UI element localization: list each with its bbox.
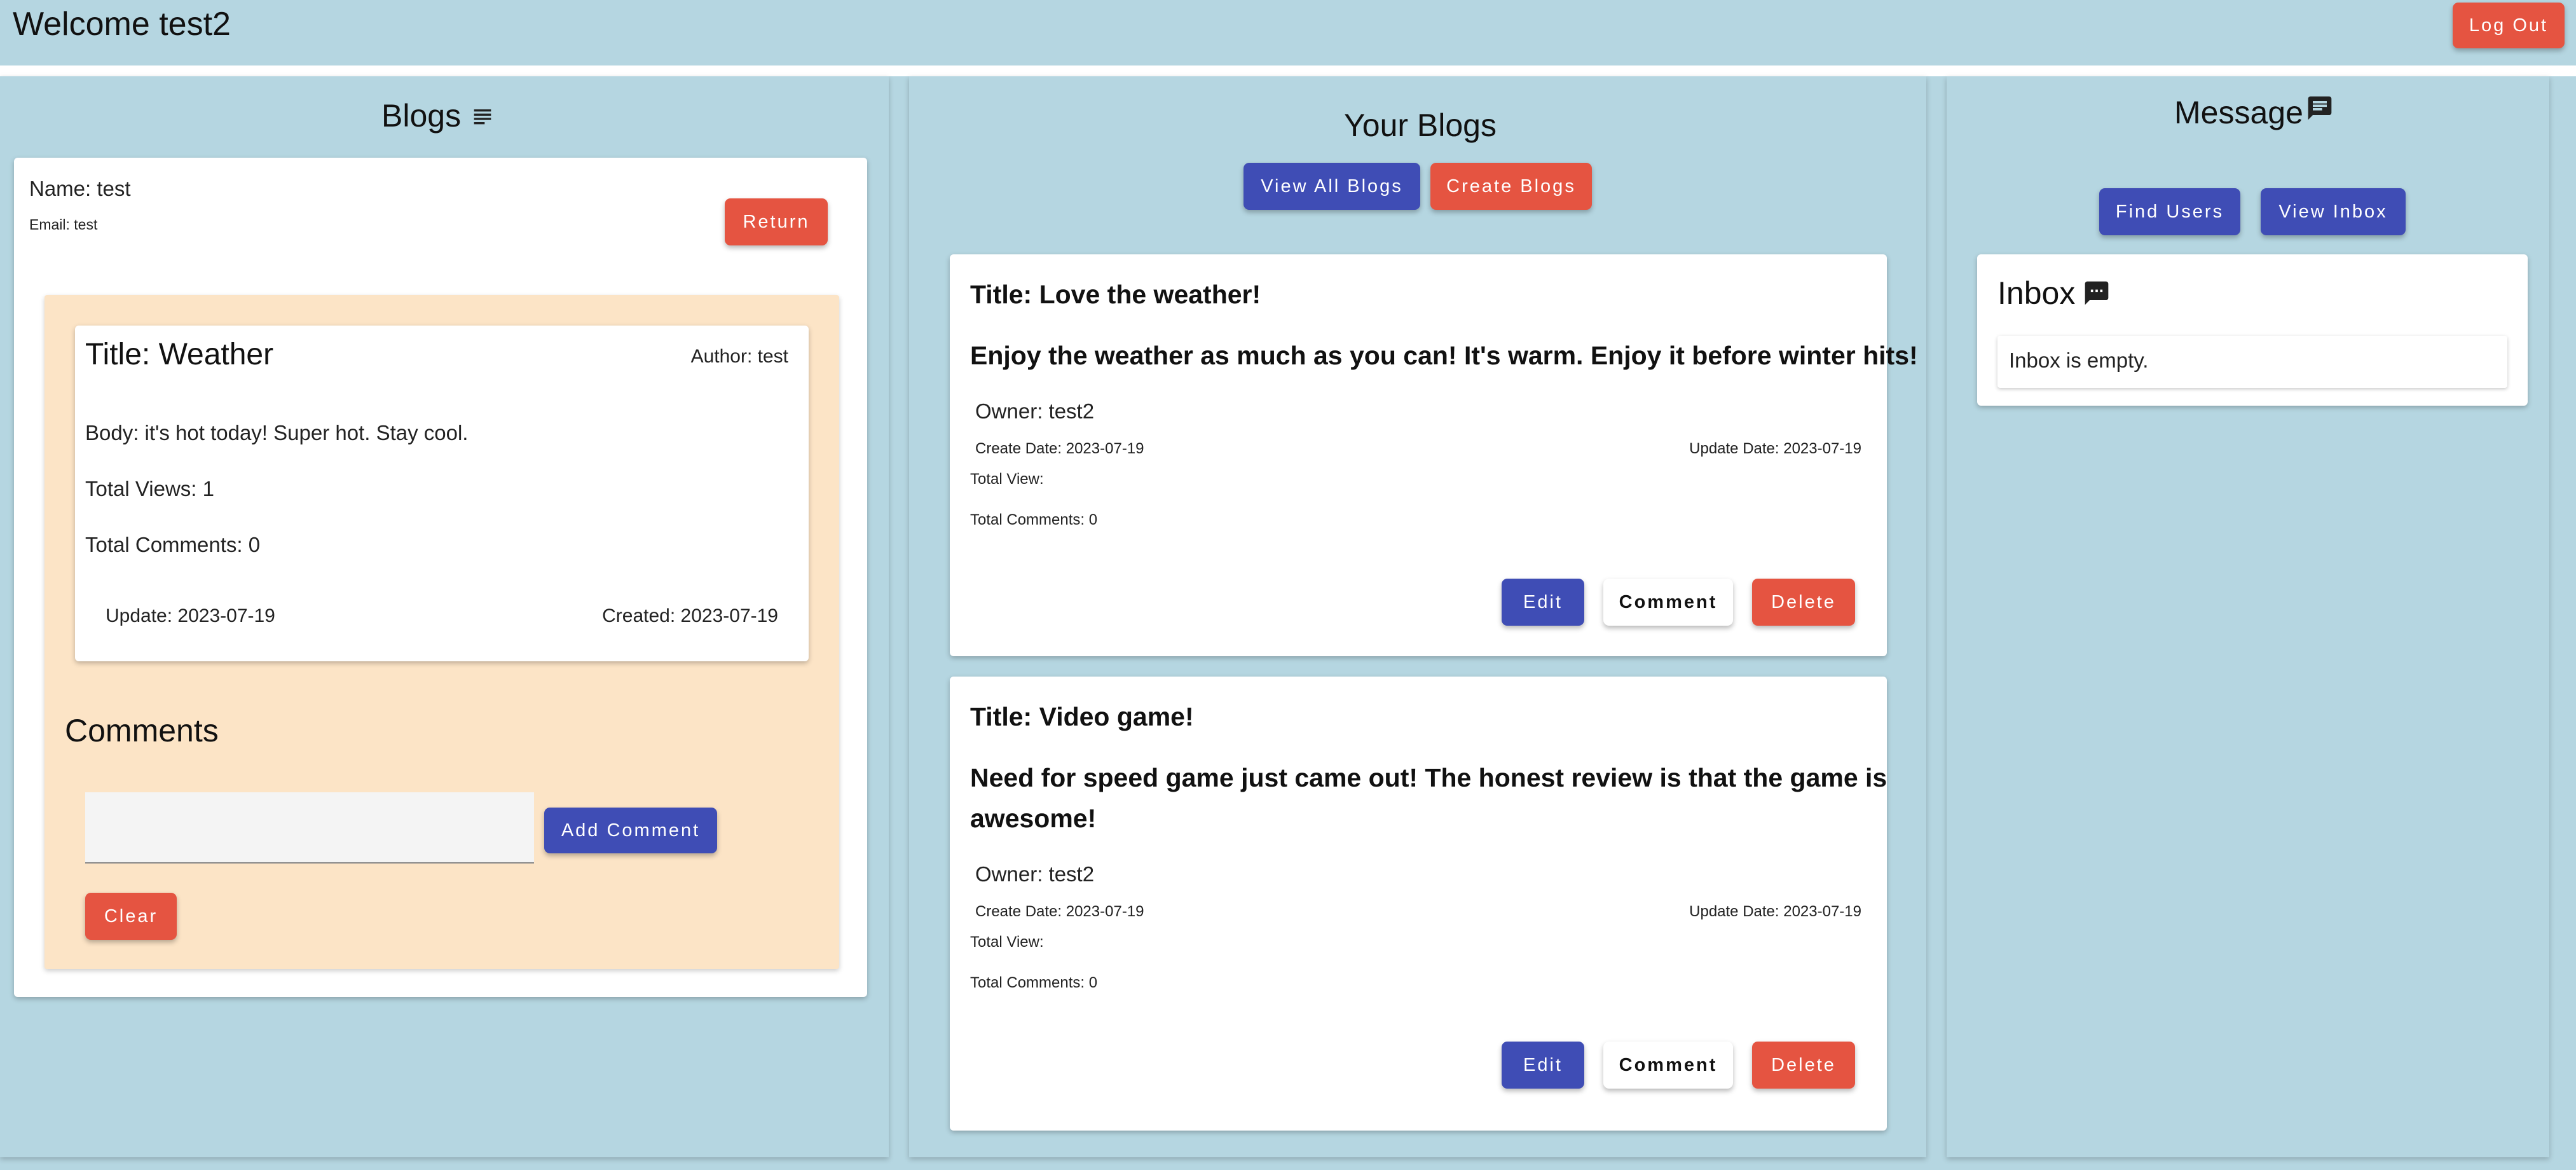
blog-updated: Update: 2023-07-19	[106, 605, 275, 626]
blog-views: Total Views: 1	[85, 477, 214, 500]
blog-created: Created: 2023-07-19	[602, 605, 778, 626]
add-comment-button[interactable]: Add Comment	[544, 808, 717, 853]
comment-input[interactable]	[85, 792, 534, 864]
chat-dots-icon	[2083, 279, 2111, 307]
edit-button[interactable]: Edit	[1502, 579, 1584, 626]
header-divider	[0, 65, 2576, 76]
blog-post-card: Title: Video game! Need for speed game j…	[950, 677, 1887, 1131]
logout-button[interactable]: Log Out	[2453, 3, 2565, 48]
inbox-card: Inbox Inbox is empty.	[1977, 254, 2528, 406]
blogs-panel: Blogs Name: test Email: test Return Titl…	[0, 76, 889, 1157]
top-bar: Welcome test2	[0, 0, 2576, 65]
post-title: Title: Video game!	[970, 702, 1194, 731]
post-total-comments: Total Comments: 0	[970, 511, 1098, 528]
view-inbox-button[interactable]: View Inbox	[2261, 188, 2406, 235]
comment-button[interactable]: Comment	[1603, 1042, 1733, 1089]
delete-button[interactable]: Delete	[1752, 1042, 1855, 1089]
welcome-text: Welcome test2	[13, 6, 231, 43]
blog-post-card: Title: Love the weather! Enjoy the weath…	[950, 254, 1918, 656]
delete-button[interactable]: Delete	[1752, 579, 1855, 626]
chat-bubble-icon	[2306, 94, 2334, 122]
blog-detail-card: Title: Weather Author: test Body: it's h…	[75, 326, 809, 661]
post-title: Title: Love the weather!	[970, 280, 1261, 309]
clear-button[interactable]: Clear	[85, 893, 177, 940]
subject-lines-icon	[470, 103, 495, 128]
post-create-date: Create Date: 2023-07-19	[975, 440, 1144, 457]
inbox-message-list: Inbox is empty.	[1997, 336, 2507, 388]
message-title: Message	[2174, 95, 2303, 130]
post-body-line-1: Need for speed game just came out! The h…	[970, 763, 1887, 792]
blog-detail-panel: Title: Weather Author: test Body: it's h…	[45, 295, 839, 969]
blog-author: Author: test	[690, 346, 788, 367]
user-profile-card: Name: test Email: test Return Title: Wea…	[14, 158, 867, 997]
return-button[interactable]: Return	[725, 198, 828, 245]
post-total-view: Total View:	[970, 933, 1044, 951]
edit-button[interactable]: Edit	[1502, 1042, 1584, 1089]
post-owner: Owner: test2	[975, 862, 1095, 886]
blog-body: Body: it's hot today! Super hot. Stay co…	[85, 421, 469, 444]
inbox-title: Inbox	[1997, 275, 2076, 311]
post-total-comments: Total Comments: 0	[970, 974, 1098, 991]
find-users-button[interactable]: Find Users	[2099, 188, 2240, 235]
create-blogs-button[interactable]: Create Blogs	[1430, 163, 1592, 210]
your-blogs-panel: Your Blogs View All Blogs Create Blogs T…	[909, 76, 1926, 1157]
post-total-view: Total View:	[970, 471, 1044, 488]
post-owner: Owner: test2	[975, 399, 1095, 423]
your-blogs-title: Your Blogs	[1344, 107, 1497, 143]
inbox-empty-text: Inbox is empty.	[2009, 348, 2149, 372]
comments-heading: Comments	[65, 713, 219, 748]
blog-comment-count: Total Comments: 0	[85, 533, 261, 556]
post-body: Enjoy the weather as much as you can! It…	[970, 341, 1918, 370]
post-create-date: Create Date: 2023-07-19	[975, 903, 1144, 920]
blog-title: Title: Weather	[85, 338, 274, 371]
post-body-line-2: awesome!	[970, 804, 1097, 833]
message-panel: Message Find Users View Inbox Inbox Inbo…	[1947, 76, 2549, 1157]
blogs-title: Blogs	[381, 98, 462, 134]
post-update-date: Update Date: 2023-07-19	[1689, 903, 1861, 920]
view-all-blogs-button[interactable]: View All Blogs	[1243, 163, 1420, 210]
post-update-date: Update Date: 2023-07-19	[1689, 440, 1861, 457]
user-email: Email: test	[29, 216, 98, 233]
comment-button[interactable]: Comment	[1603, 579, 1733, 626]
user-name: Name: test	[29, 177, 131, 200]
